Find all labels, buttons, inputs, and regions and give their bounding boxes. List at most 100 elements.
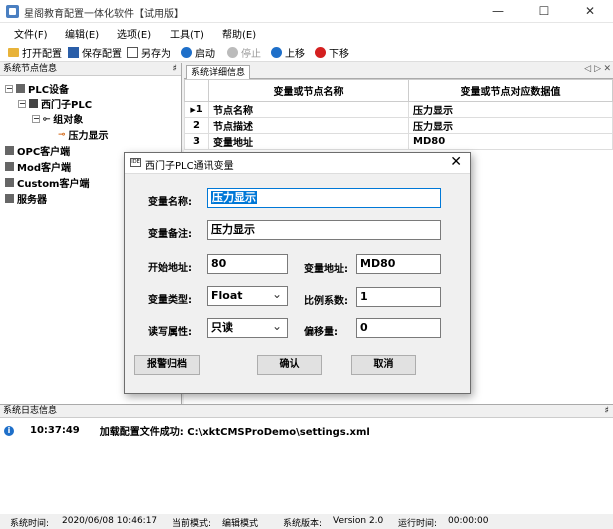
var-type-select[interactable]: Float [207,285,288,306]
tree-label-group: 组对象 [53,115,84,126]
cell-value[interactable]: 压力显示 [408,101,613,118]
status-time: 2020/06/08 10:46:17 [62,516,158,526]
save-as-label: 另存为 [141,48,171,60]
collapse-icon[interactable]: − [18,99,26,108]
arrow-up-icon [271,46,282,58]
table-row[interactable]: 2 节点描述 压力显示 [184,117,613,134]
collapse-icon[interactable]: − [32,114,40,123]
close-button[interactable]: ✕ [567,0,613,23]
dialog-title-bar: IDE 西门子PLC通讯变量 ✕ [125,153,470,174]
pin-icon[interactable]: ♯ [173,63,177,76]
status-run-label: 运行时间: [398,519,438,529]
move-up-button[interactable]: 上移 [271,45,305,60]
log-title: 系统日志信息 [3,406,58,416]
pin-icon[interactable]: ♯ [605,405,609,418]
plc-variable-dialog: IDE 西门子PLC通讯变量 ✕ 变量名称: 压力显示 变量备注: 压力显示 开… [124,152,471,394]
status-time-label: 系统时间: [10,519,50,529]
tree-label-plc: PLC设备 [28,85,70,96]
column-header[interactable]: 变量或节点名称 [208,79,409,102]
menu-edit[interactable]: 编辑(E) [65,26,99,41]
tree-node-plc[interactable]: − PLC设备 [5,81,69,96]
row-index: 2 [184,117,209,134]
table-header-row: 变量或节点名称 变量或节点对应数据值 [184,79,613,102]
confirm-button[interactable]: 确认 [257,355,322,375]
cancel-button[interactable]: 取消 [351,355,416,375]
status-run: 00:00:00 [448,516,489,526]
menu-file[interactable]: 文件(F) [14,26,48,41]
window-title: 星阁教育配置一体化软件【试用版】 [24,9,184,20]
log-entry[interactable]: i 10:37:49 加载配置文件成功: C:\xktCMSProDemo\se… [4,423,370,438]
scale-label: 比例系数: [304,296,348,307]
column-header[interactable]: 变量或节点对应数据值 [408,79,613,102]
status-mode-label: 当前模式: [172,519,212,529]
tree-label-custom: Custom客户端 [17,179,90,190]
device-icon [5,146,14,155]
stop-label: 停止 [241,48,261,60]
server-icon [5,194,14,203]
variable-icon: ⊸ [58,129,66,140]
var-addr-label: 变量地址: [304,264,348,275]
table-row[interactable]: 3 变量地址 MD80 [184,133,613,150]
tab-system-detail[interactable]: 系统详细信息 [186,65,251,80]
save-as-icon [127,46,138,58]
tab-close-icon[interactable]: ✕ [603,64,611,74]
tree-label-pressure: 压力显示 [68,131,109,142]
tree-node-mod[interactable]: Mod客户端 [5,159,71,174]
cell-value[interactable]: MD80 [408,133,613,150]
collapse-icon[interactable]: − [5,84,13,93]
var-type-label: 变量类型: [148,295,192,306]
status-mode: 编辑模式 [222,519,259,529]
offset-input[interactable]: 0 [356,318,441,338]
cell-name[interactable]: 节点名称 [208,101,409,118]
rw-select[interactable]: 只读 [207,317,288,338]
save-as-button[interactable]: 另存为 [127,45,171,60]
minimize-button[interactable]: — [475,0,521,23]
tree-node-server[interactable]: 服务器 [5,191,47,206]
row-header-corner [184,79,209,102]
menu-bar: 文件(F) 编辑(E) 选项(E) 工具(T) 帮助(E) [0,23,613,42]
tree-node-custom[interactable]: Custom客户端 [5,175,89,190]
move-down-button[interactable]: 下移 [315,45,349,60]
app-icon [6,5,19,18]
cell-name[interactable]: 变量地址 [208,133,409,150]
start-label: 启动 [195,48,215,60]
play-icon [181,46,192,58]
var-name-value: 压力显示 [211,191,257,204]
tree-label-opc: OPC客户端 [17,147,71,158]
var-addr-input[interactable]: MD80 [356,254,441,274]
menu-help[interactable]: 帮助(E) [222,26,256,41]
node-tree-header: 系统节点信息 ♯ [0,63,181,76]
row-index: ▶1 [184,101,209,118]
status-bar: 系统时间: 2020/06/08 10:46:17 当前模式: 编辑模式 系统版… [0,514,613,529]
cell-value[interactable]: 压力显示 [408,117,613,134]
open-config-button[interactable]: 打开配置 [8,45,62,60]
alarm-archive-button[interactable]: 报警归档 [134,355,200,375]
move-down-label: 下移 [329,48,349,60]
tree-node-siemens[interactable]: − 西门子PLC [18,96,92,111]
menu-options[interactable]: 选项(E) [117,26,151,41]
start-button[interactable]: 启动 [181,45,215,60]
arrow-down-icon [315,46,326,58]
menu-tools[interactable]: 工具(T) [170,26,204,41]
group-icon: ⟜ [43,113,51,124]
stop-button[interactable]: 停止 [227,45,261,60]
var-name-input[interactable]: 压力显示 [207,188,441,208]
dialog-icon: IDE [130,158,141,167]
dialog-close-button[interactable]: ✕ [450,154,462,170]
tab-scroll-left-icon[interactable]: ◁ [584,64,591,74]
tree-node-opc[interactable]: OPC客户端 [5,143,70,158]
status-version: Version 2.0 [333,516,384,526]
tree-label-siemens: 西门子PLC [41,100,93,111]
tab-scroll-right-icon[interactable]: ▷ [594,64,601,74]
device-icon [5,162,14,171]
var-note-label: 变量备注: [148,229,192,240]
table-row[interactable]: ▶1 节点名称 压力显示 [184,101,613,118]
tree-node-group[interactable]: − ⟜ 组对象 [32,111,83,126]
maximize-button[interactable]: ☐ [521,0,567,23]
save-config-button[interactable]: 保存配置 [68,45,122,60]
start-addr-input[interactable]: 80 [207,254,288,274]
scale-input[interactable]: 1 [356,287,441,307]
var-note-input[interactable]: 压力显示 [207,220,441,240]
tree-node-pressure[interactable]: ⊸ 压力显示 [58,127,109,143]
cell-name[interactable]: 节点描述 [208,117,409,134]
